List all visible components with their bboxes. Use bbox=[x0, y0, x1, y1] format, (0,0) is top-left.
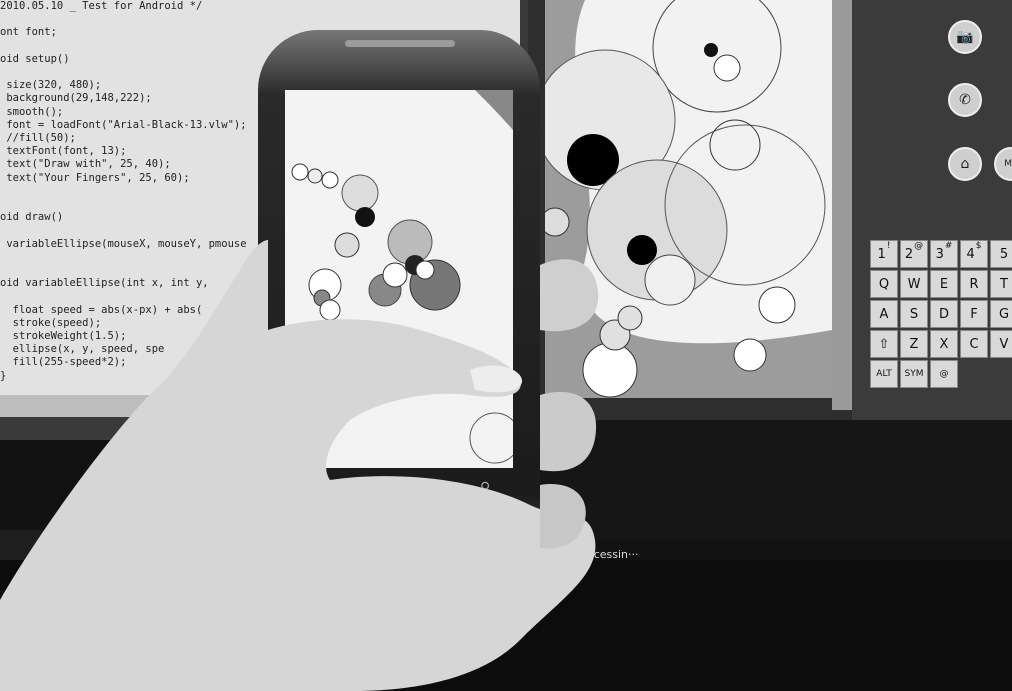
key-f[interactable]: F bbox=[960, 300, 988, 328]
key-alt-label: $ bbox=[975, 241, 982, 251]
home-icon[interactable]: ⌂ bbox=[420, 480, 429, 496]
camera-icon: 📷 bbox=[956, 29, 974, 45]
key-x[interactable]: X bbox=[930, 330, 958, 358]
key-s[interactable]: S bbox=[900, 300, 928, 328]
monitor-bezel bbox=[540, 420, 1012, 540]
key-digit-3[interactable]: 3 # bbox=[930, 240, 958, 268]
phone-trackball[interactable] bbox=[383, 527, 411, 555]
camera-button[interactable]: 📷 bbox=[948, 20, 982, 54]
key-g[interactable]: G bbox=[990, 300, 1012, 328]
home-button[interactable]: ⌂ bbox=[948, 147, 982, 181]
key-digit-1[interactable]: 1! bbox=[870, 240, 898, 268]
search-icon[interactable]: ⚲ bbox=[480, 480, 490, 496]
key-digit-2[interactable]: 2 @ bbox=[900, 240, 928, 268]
key-a[interactable]: A bbox=[870, 300, 898, 328]
desk bbox=[0, 560, 1012, 691]
key-e[interactable]: E bbox=[930, 270, 958, 298]
key-sym[interactable]: SYM bbox=[900, 360, 928, 388]
key-w[interactable]: W bbox=[900, 270, 928, 298]
menu-icon[interactable]: ☰ bbox=[360, 480, 373, 496]
emulator-frame bbox=[832, 0, 852, 410]
key-t[interactable]: T bbox=[990, 270, 1012, 298]
key-z[interactable]: Z bbox=[900, 330, 928, 358]
emulator-keyboard: 1! 2 @3 #4 $5 Q W E R T A S D F G ⇧ Z X C V ALT SYM @ bbox=[870, 240, 1012, 400]
key-v[interactable]: V bbox=[990, 330, 1012, 358]
key-alt-label: ! bbox=[886, 241, 891, 251]
phone-soft-keys: ☰ ⌂ ⚲ bbox=[330, 480, 520, 506]
phone-drawing bbox=[285, 90, 513, 468]
key-digit-4[interactable]: 4 $ bbox=[960, 240, 988, 268]
key-⇧[interactable]: ⇧ bbox=[870, 330, 898, 358]
phone-screen[interactable] bbox=[285, 90, 513, 468]
phone-speaker bbox=[345, 40, 455, 47]
call-button[interactable]: ✆ bbox=[948, 83, 982, 117]
key-alt-label: @ bbox=[914, 241, 924, 251]
key-at[interactable]: @ bbox=[930, 360, 958, 388]
home-icon: ⌂ bbox=[960, 156, 970, 172]
phone-icon: ✆ bbox=[959, 92, 971, 108]
key-q[interactable]: Q bbox=[870, 270, 898, 298]
key-c[interactable]: C bbox=[960, 330, 988, 358]
key-d[interactable]: D bbox=[930, 300, 958, 328]
emulator-screen bbox=[545, 0, 832, 398]
key-r[interactable]: R bbox=[960, 270, 988, 298]
key-alt-label: # bbox=[944, 241, 953, 251]
key-digit-5[interactable]: 5 bbox=[990, 240, 1012, 268]
key-alt[interactable]: ALT bbox=[870, 360, 898, 388]
menu-label: ME bbox=[1004, 159, 1012, 169]
emulator-drawing bbox=[545, 0, 832, 398]
